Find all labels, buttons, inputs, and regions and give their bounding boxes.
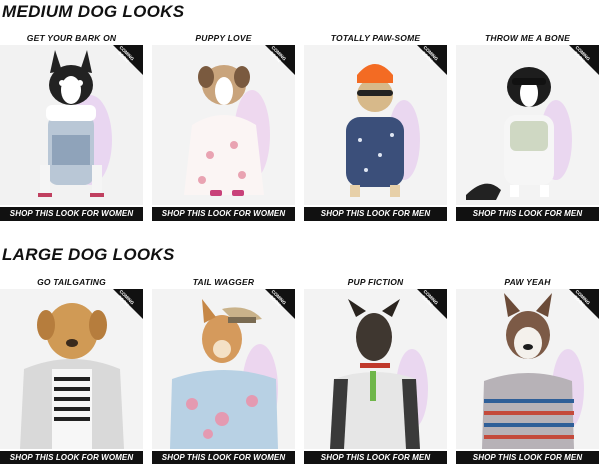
look-title: PUPPY LOVE <box>195 33 252 43</box>
look-photo[interactable]: COMING SOON <box>0 45 143 205</box>
look-title: THROW ME A BONE <box>484 33 570 43</box>
look-photo[interactable]: COMING SOON <box>152 45 295 205</box>
shop-look-button[interactable]: SHOP THIS LOOK FOR WOMEN <box>0 207 143 221</box>
shop-look-button[interactable]: SHOP THIS LOOK FOR WOMEN <box>0 451 143 464</box>
look-title: TOTALLY PAW-SOME <box>330 33 421 43</box>
section-title-medium: MEDIUM DOG LOOKS <box>2 2 185 21</box>
shop-look-button[interactable]: SHOP THIS LOOK FOR MEN <box>304 207 447 221</box>
shop-look-button[interactable]: SHOP THIS LOOK FOR MEN <box>456 207 599 221</box>
shop-look-button[interactable]: SHOP THIS LOOK FOR MEN <box>456 451 599 464</box>
look-photo[interactable]: COMING SOON <box>152 289 295 449</box>
look-title: TAIL WAGGER <box>192 277 255 287</box>
look-photo[interactable]: COMING SOON <box>456 45 599 205</box>
look-grid-medium: GET YOUR BARK ON COMING SOON SHOP THIS L… <box>0 33 600 243</box>
section-title-large: LARGE DOG LOOKS <box>2 245 175 264</box>
look-photo[interactable]: COMING SOON <box>304 45 447 205</box>
look-grid-large: GO TAILGATING COMING SOON SHOP THIS LOOK… <box>0 277 600 464</box>
look-photo[interactable]: COMING SOON <box>456 289 599 449</box>
shop-look-button[interactable]: SHOP THIS LOOK FOR WOMEN <box>152 207 295 221</box>
shop-look-button[interactable]: SHOP THIS LOOK FOR WOMEN <box>152 451 295 464</box>
look-title: GET YOUR BARK ON <box>26 33 117 43</box>
look-photo[interactable]: COMING SOON <box>0 289 143 449</box>
look-title: GO TAILGATING <box>37 277 106 287</box>
look-title: PUP FICTION <box>347 277 404 287</box>
shop-look-button[interactable]: SHOP THIS LOOK FOR MEN <box>304 451 447 464</box>
look-photo[interactable]: COMING SOON <box>304 289 447 449</box>
look-title: PAW YEAH <box>504 277 551 287</box>
